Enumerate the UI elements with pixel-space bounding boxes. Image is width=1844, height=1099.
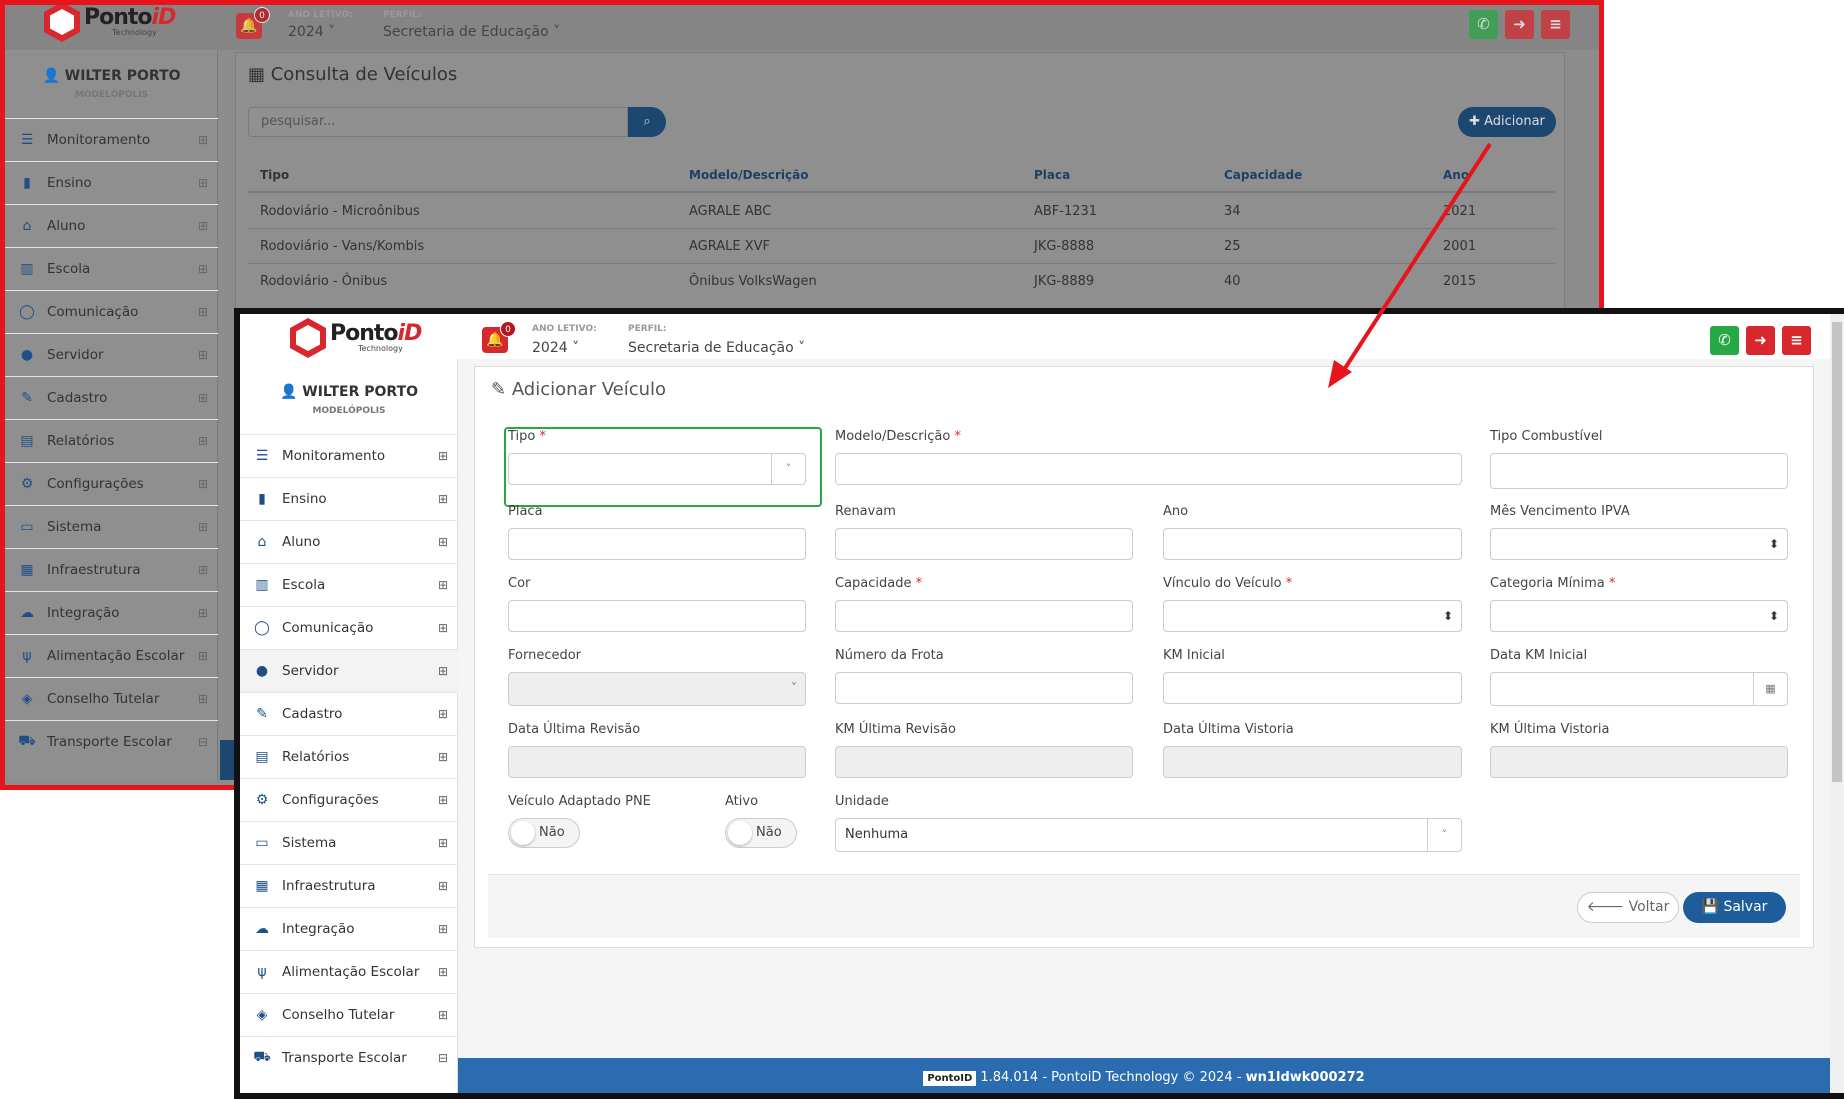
annotation-arrow xyxy=(1328,142,1492,388)
